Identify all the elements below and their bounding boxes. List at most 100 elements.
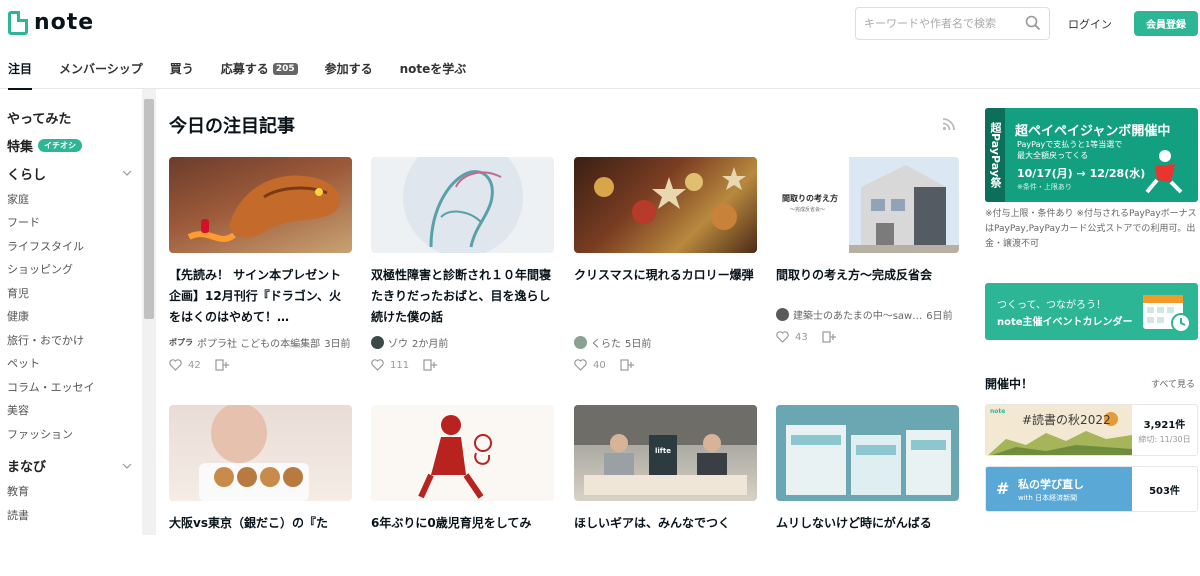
sidebar-item-kurashi-8[interactable]: コラム・エッセイ bbox=[7, 375, 142, 399]
article-card[interactable]: 間取りの考え方 〜完成反省会〜 間取りの考え方～完成反省会 建築士のあたまの中～… bbox=[776, 157, 959, 343]
event-card[interactable]: note #読書の秋2022 3,921件 締切: 11/30日 bbox=[985, 404, 1198, 456]
article-title[interactable]: 双極性障害と診断され１０年間寝たきりだったおばと、目を逸らし続けた僕の話 bbox=[371, 265, 554, 328]
article-title[interactable]: 【先読み！ サイン本プレゼント企画】12月刊行『ドラゴン、火をはくのはやめて！… bbox=[169, 265, 352, 328]
event-brand: note bbox=[990, 408, 1006, 415]
article-thumbnail[interactable] bbox=[574, 157, 757, 253]
sidebar-scrollbar[interactable] bbox=[142, 89, 156, 535]
author-name[interactable]: くらた bbox=[591, 335, 621, 350]
sidebar-item-kurashi-4[interactable]: 育児 bbox=[7, 281, 142, 305]
sidebar-item-kurashi-5[interactable]: 健康 bbox=[7, 305, 142, 329]
sidebar-item-kurashi-6[interactable]: 旅行・おでかけ bbox=[7, 328, 142, 352]
tab-label: 買う bbox=[169, 62, 194, 76]
signup-button[interactable]: 会員登録 bbox=[1134, 11, 1198, 36]
tab-membership[interactable]: メンバーシップ bbox=[59, 48, 143, 89]
sidebar-item-kurashi-9[interactable]: 美容 bbox=[7, 399, 142, 423]
author-avatar[interactable]: ポプラ bbox=[169, 337, 193, 348]
article-thumbnail[interactable]: lifte bbox=[574, 405, 757, 501]
login-link[interactable]: ログイン bbox=[1068, 16, 1112, 32]
sidebar-group-manabi[interactable]: まなび bbox=[7, 452, 132, 480]
section-title: 今日の注目記事 bbox=[169, 116, 295, 137]
article-thumbnail[interactable] bbox=[371, 157, 554, 253]
article-card[interactable]: 大阪vs東京（銀だこ）の『た bbox=[169, 405, 352, 576]
post-time: 3日前 bbox=[324, 339, 351, 350]
hands-illustration bbox=[403, 157, 523, 253]
article-card[interactable]: 6年ぶりに0歳児育児をしてみ bbox=[371, 405, 554, 576]
takoyaki-photo bbox=[199, 405, 309, 501]
banner-disclaimer: ※付与上限・条件あり ※付与されるPayPayボーナスはPayPay,PayPa… bbox=[985, 209, 1197, 249]
magazine-add-icon[interactable] bbox=[620, 359, 634, 371]
sidebar-item-kurashi-1[interactable]: フード bbox=[7, 211, 142, 235]
article-title[interactable]: ほしいギアは、みんなでつく bbox=[574, 513, 757, 576]
search-input[interactable] bbox=[864, 17, 1019, 30]
magazine-add-icon[interactable] bbox=[423, 359, 438, 371]
books-photo bbox=[786, 425, 951, 495]
tab-apply[interactable]: 応募する 205 bbox=[221, 48, 298, 89]
sidebar-item-kurashi-7[interactable]: ペット bbox=[7, 352, 142, 376]
tab-featured[interactable]: 注目 bbox=[8, 48, 33, 90]
sidebar-group-kurashi[interactable]: くらし bbox=[7, 159, 132, 187]
magazine-add-icon[interactable] bbox=[822, 331, 836, 343]
article-card[interactable]: 双極性障害と診断され１０年間寝たきりだったおばと、目を逸らし続けた僕の話 ゾウ … bbox=[371, 157, 554, 371]
tab-buy[interactable]: 買う bbox=[170, 48, 194, 89]
sidebar-item-kurashi-10[interactable]: ファッション bbox=[7, 422, 142, 446]
sidebar-item-manabi-1[interactable]: 読書 bbox=[7, 503, 142, 527]
tab-learn[interactable]: noteを学ぶ bbox=[400, 48, 467, 89]
article-meta: 建築士のあたまの中～saw… 6日前 bbox=[776, 307, 959, 322]
article-card[interactable]: 【先読み！ サイン本プレゼント企画】12月刊行『ドラゴン、火をはくのはやめて！…… bbox=[169, 157, 352, 371]
category-sidebar: やってみた 特集 イチオシ くらし 家庭 フード ライフスタイル ショッピング … bbox=[0, 89, 142, 535]
sidebar-item-feature[interactable]: 特集 イチオシ bbox=[7, 131, 132, 159]
article-card[interactable]: ムリしないけど時にがんばる bbox=[776, 405, 959, 576]
article-thumbnail[interactable]: 間取りの考え方 〜完成反省会〜 bbox=[776, 157, 959, 253]
heart-icon[interactable] bbox=[776, 331, 789, 343]
search-box bbox=[855, 7, 1050, 40]
author-name[interactable]: 建築士のあたまの中～saw… bbox=[793, 307, 922, 322]
article-thumbnail[interactable] bbox=[169, 157, 352, 253]
article-thumbnail[interactable] bbox=[776, 405, 959, 501]
sidebar-item-kurashi-2[interactable]: ライフスタイル bbox=[7, 234, 142, 258]
like-count: 42 bbox=[188, 359, 201, 371]
article-title[interactable]: 大阪vs東京（銀だこ）の『た bbox=[169, 513, 352, 576]
scrollbar-thumb[interactable] bbox=[144, 99, 154, 319]
event-sublabel: with 日本経済新聞 bbox=[1018, 494, 1078, 502]
sidebar-item-try[interactable]: やってみた bbox=[7, 103, 132, 131]
deadline: 締切: 11/30日 bbox=[1138, 434, 1191, 444]
article-thumbnail[interactable] bbox=[169, 405, 352, 501]
article-meta: ポプラ ポプラ社 こどもの本編集部 3日前 bbox=[169, 335, 352, 350]
sidebar-item-manabi-0[interactable]: 教育 bbox=[7, 480, 142, 504]
event-calendar-banner[interactable]: つくって、つながろう！ note主催イベントカレンダー bbox=[985, 283, 1198, 340]
author-avatar[interactable] bbox=[574, 336, 587, 349]
banner-date: 10/17(月) → 12/28(水) bbox=[1017, 167, 1146, 180]
author-name[interactable]: ゾウ bbox=[388, 335, 408, 350]
magazine-add-icon[interactable] bbox=[215, 359, 229, 371]
heart-icon[interactable] bbox=[169, 359, 182, 371]
article-title[interactable]: 6年ぶりに0歳児育児をしてみ bbox=[371, 513, 554, 576]
heart-icon[interactable] bbox=[574, 359, 587, 371]
rss-icon[interactable] bbox=[942, 117, 956, 131]
like-count: 43 bbox=[795, 331, 808, 343]
search-icon[interactable] bbox=[1025, 15, 1041, 31]
event-banner: # 私の学び直し with 日本経済新聞 bbox=[986, 467, 1132, 511]
sidebar-item-label: 特集 bbox=[7, 139, 34, 155]
tab-join[interactable]: 参加する bbox=[325, 48, 373, 89]
like-count: 40 bbox=[593, 359, 606, 371]
tab-label: noteを学ぶ bbox=[399, 62, 467, 76]
sidebar-item-kurashi-3[interactable]: ショッピング bbox=[7, 258, 142, 282]
author-avatar[interactable] bbox=[776, 308, 789, 321]
article-title[interactable]: ムリしないけど時にがんばる bbox=[776, 513, 959, 576]
article-card[interactable]: クリスマスに現れるカロリー爆弾 くらた 5日前 40 bbox=[574, 157, 757, 371]
event-card[interactable]: # 私の学び直し with 日本経済新聞 503件 bbox=[985, 466, 1198, 512]
house-photo bbox=[849, 157, 959, 253]
see-all-link[interactable]: すべて見る bbox=[1151, 377, 1195, 390]
sidebar-item-kurashi-0[interactable]: 家庭 bbox=[7, 187, 142, 211]
post-time: 2か月前 bbox=[412, 339, 449, 350]
tab-label: 応募する bbox=[220, 62, 269, 76]
author-avatar[interactable] bbox=[371, 336, 384, 349]
author-name[interactable]: ポプラ社 こどもの本編集部 bbox=[197, 335, 320, 350]
note-logo[interactable]: note bbox=[8, 10, 94, 35]
heart-icon[interactable] bbox=[371, 359, 384, 371]
paypay-campaign-banner[interactable]: 超PayPay祭 超ペイペイジャンボ開催中 PayPayで支払うと1等当選で 最… bbox=[985, 108, 1198, 202]
article-card[interactable]: lifte ほしいギアは、みんなでつく bbox=[574, 405, 757, 576]
article-meta: ゾウ 2か月前 bbox=[371, 335, 554, 350]
article-thumbnail[interactable] bbox=[371, 405, 554, 501]
article-title[interactable]: クリスマスに現れるカロリー爆弾 bbox=[574, 265, 757, 328]
